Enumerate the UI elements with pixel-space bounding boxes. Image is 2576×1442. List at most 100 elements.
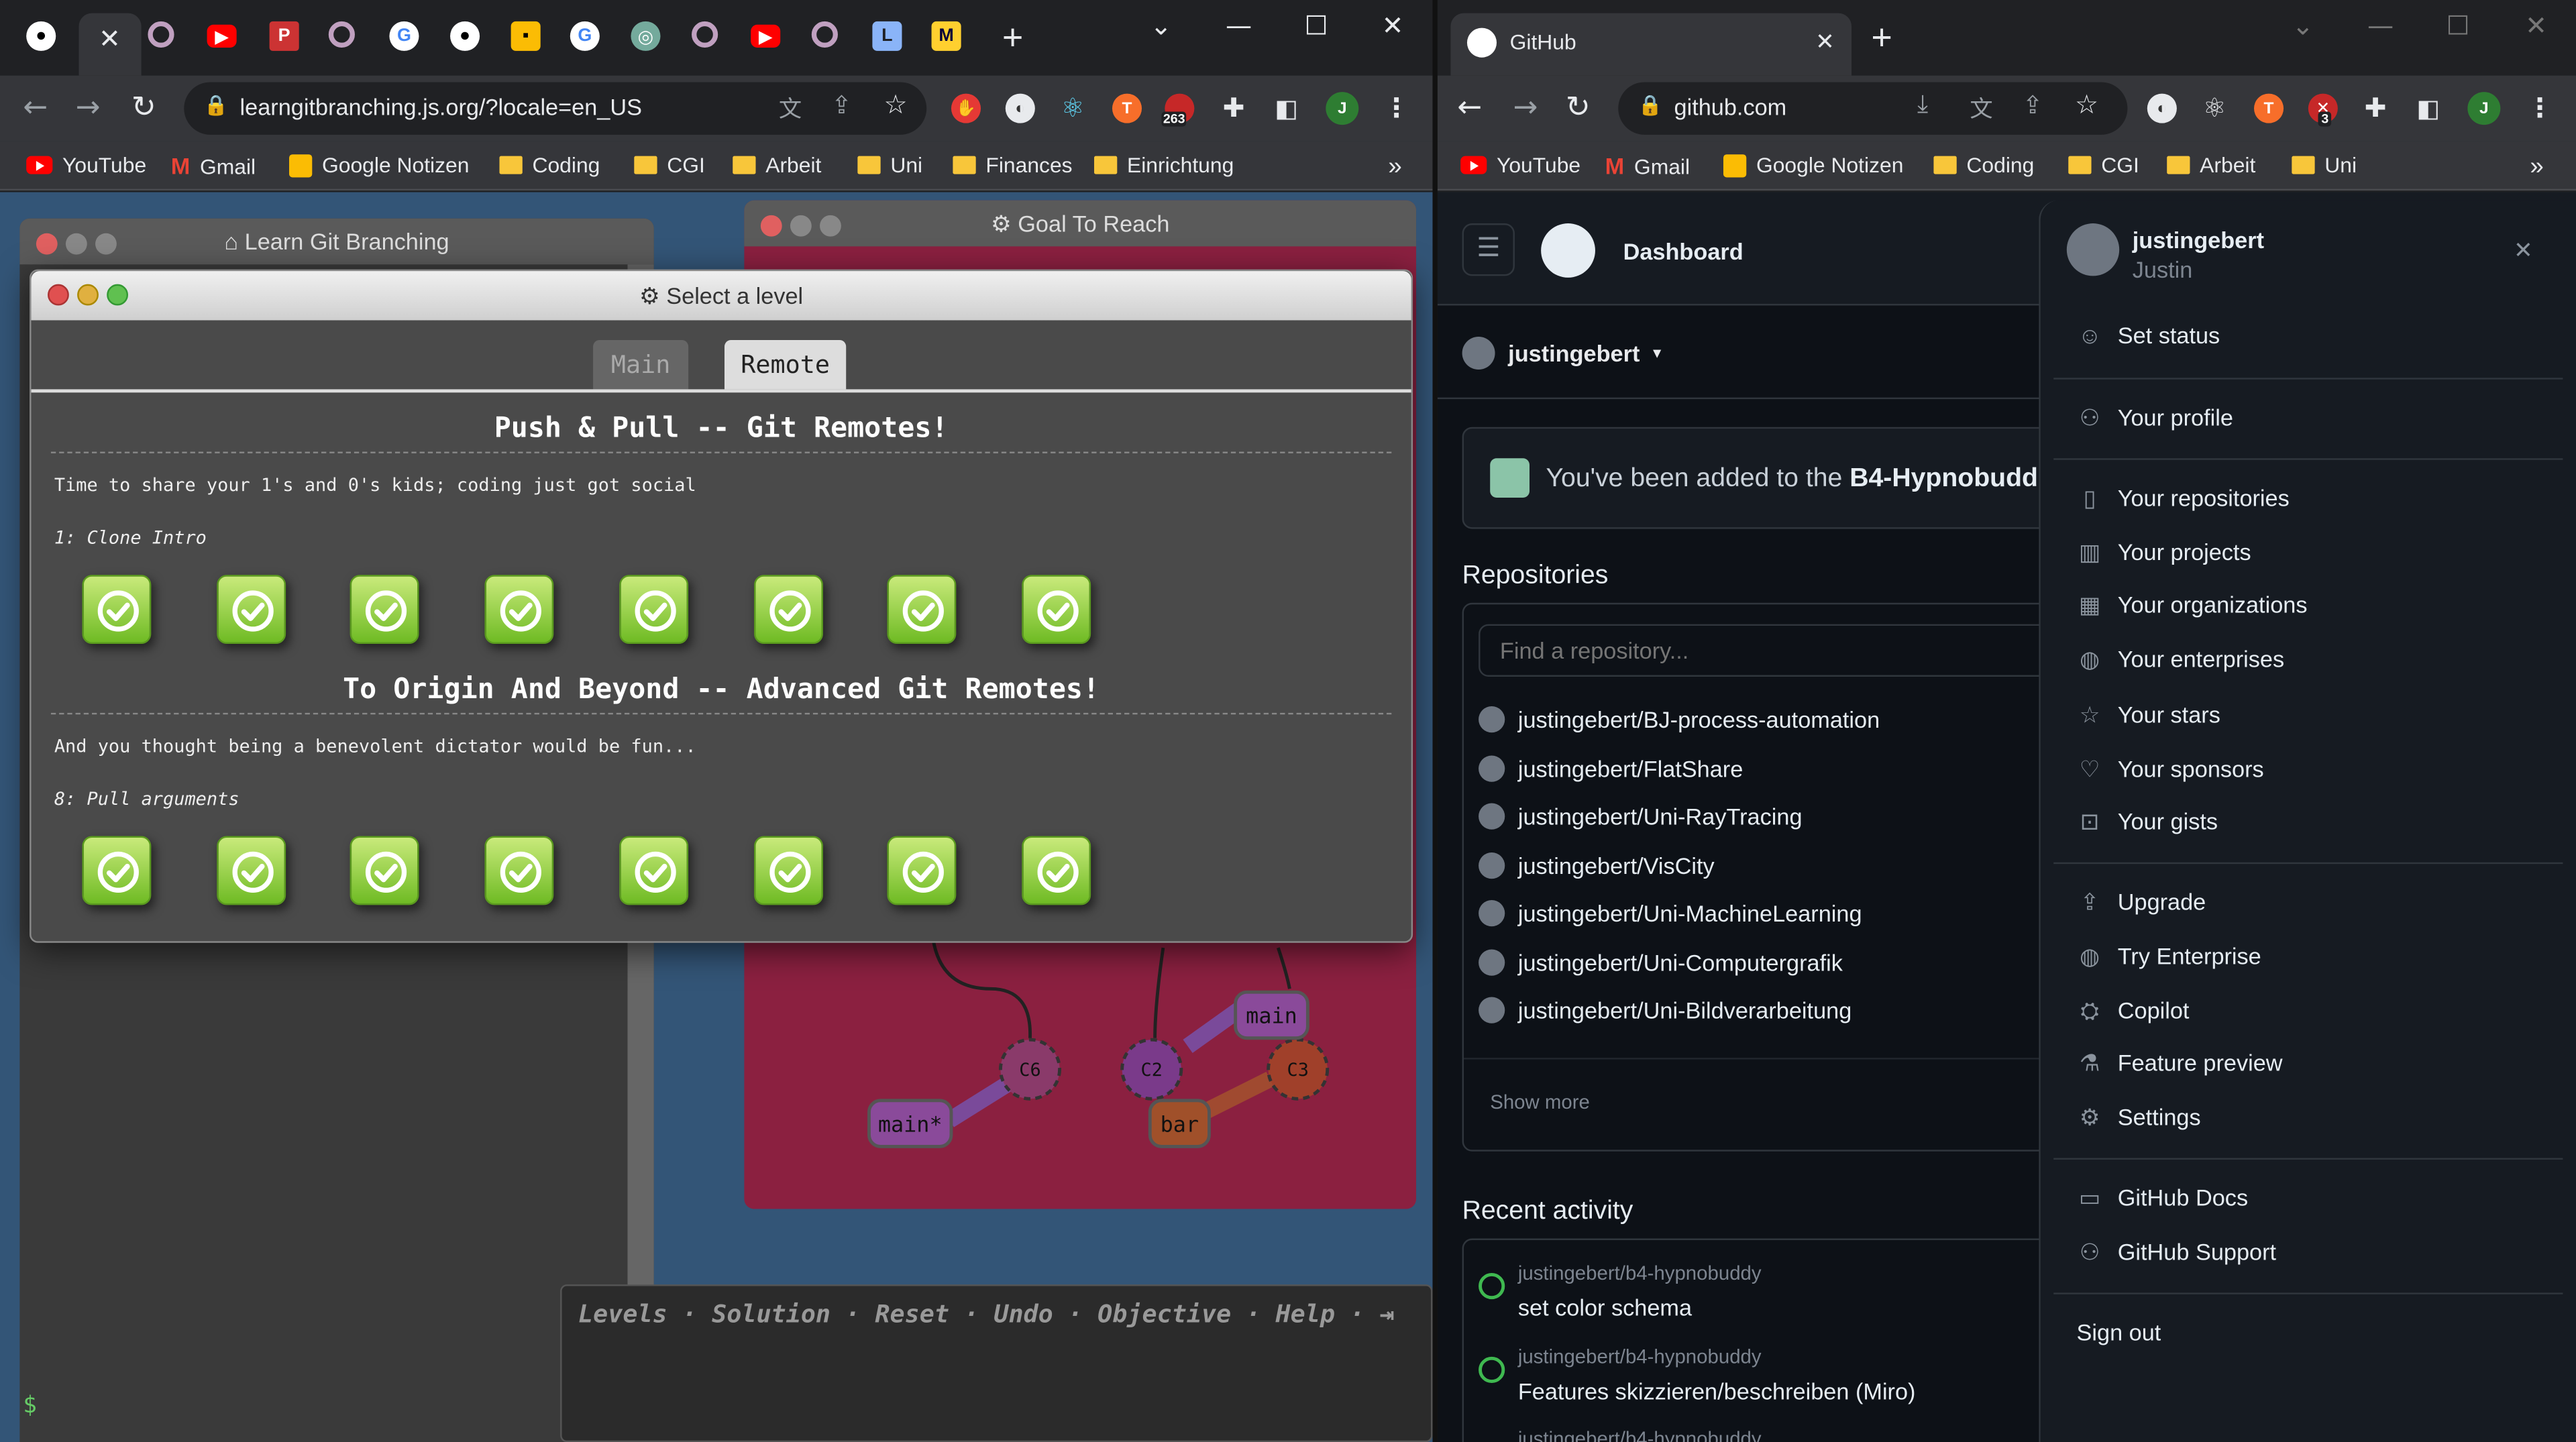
share-icon[interactable]: ⇪: [2023, 91, 2043, 120]
address-bar[interactable]: 🔒 learngitbranching.js.org/?locale=en_US…: [184, 82, 927, 135]
level-button[interactable]: [753, 836, 822, 905]
minimize-button[interactable]: —: [2367, 10, 2394, 42]
close-dot-icon[interactable]: [36, 233, 58, 255]
activity-repo[interactable]: justingebert/b4-hypnobuddy: [1518, 1262, 1762, 1284]
github-tab-icon[interactable]: ●: [26, 21, 56, 51]
maximize-button[interactable]: ☐: [1304, 10, 1328, 42]
level-button[interactable]: [82, 836, 152, 905]
opera-tab-icon[interactable]: [692, 21, 718, 48]
bookmark-arbeit[interactable]: Arbeit: [2167, 153, 2255, 177]
context-switcher[interactable]: justingebert ▾: [1462, 337, 1661, 370]
menu-icon[interactable]: ⋮: [1382, 94, 1411, 123]
commit-node[interactable]: C3: [1267, 1038, 1330, 1101]
github-support-item[interactable]: ⚇ GitHub Support: [2077, 1237, 2276, 1264]
lean-tab-icon[interactable]: L: [872, 21, 902, 51]
menu-icon[interactable]: ⋮: [2525, 94, 2555, 123]
forward-button[interactable]: →: [1513, 91, 1538, 125]
tab-search-icon[interactable]: ⌄: [2292, 10, 2314, 42]
puzzle-extensions-icon[interactable]: ✚: [1219, 94, 1248, 123]
more-bookmarks-button[interactable]: »: [1388, 153, 1401, 181]
new-tab-button[interactable]: +: [1871, 16, 1892, 59]
branch-label[interactable]: bar: [1148, 1099, 1211, 1148]
bookmark-finances[interactable]: Finances: [953, 153, 1073, 177]
reset-command[interactable]: Reset: [875, 1299, 949, 1329]
back-button[interactable]: ←: [23, 91, 48, 125]
install-icon[interactable]: ⤓: [1917, 91, 1928, 119]
tab-remote[interactable]: Remote: [724, 339, 847, 390]
address-bar[interactable]: 🔒 github.com ⤓ ⽂ ⇪ ☆: [1618, 82, 2128, 135]
your-repositories-item[interactable]: ▯ Your repositories: [2077, 484, 2290, 510]
extension-icon[interactable]: ✕ 3: [2308, 93, 2338, 127]
bookmark-youtube[interactable]: YouTube: [1460, 153, 1580, 177]
close-window-button[interactable]: ✕: [2525, 10, 2547, 42]
bookmark-arbeit[interactable]: Arbeit: [733, 153, 821, 177]
your-organizations-item[interactable]: ▦ Your organizations: [2077, 590, 2308, 617]
adblock-extension-icon[interactable]: ✋: [951, 93, 981, 123]
activity-title[interactable]: set color schema: [1518, 1294, 1692, 1321]
hamburger-menu-icon[interactable]: ☰: [1462, 223, 1515, 276]
side-panel-icon[interactable]: ◧: [1272, 94, 1301, 123]
minimize-dot-icon[interactable]: [77, 284, 99, 306]
new-tab-button[interactable]: +: [1002, 16, 1023, 59]
bookmark-uni[interactable]: Uni: [857, 153, 922, 177]
undo-command[interactable]: Undo: [994, 1299, 1053, 1329]
level-button[interactable]: [1021, 836, 1091, 905]
close-window-button[interactable]: ✕: [1382, 10, 1404, 42]
close-icon[interactable]: ✕: [99, 23, 121, 56]
level-button[interactable]: [82, 575, 152, 645]
level-button[interactable]: [216, 575, 286, 645]
repo-link[interactable]: justingebert/Uni-Computergrafik: [1479, 949, 1843, 976]
active-tab[interactable]: ✕: [78, 13, 142, 76]
bookmark-coding[interactable]: Coding: [499, 153, 600, 177]
pdf-tab-icon[interactable]: P: [269, 21, 299, 51]
objective-command[interactable]: Objective: [1097, 1299, 1231, 1329]
side-panel-icon[interactable]: ◧: [2414, 94, 2443, 123]
level-button[interactable]: [216, 836, 286, 905]
repo-link[interactable]: justingebert/VisCity: [1479, 852, 1715, 879]
forward-button[interactable]: →: [76, 91, 101, 125]
bookmark-cgi[interactable]: CGI: [634, 153, 705, 177]
more-bookmarks-button[interactable]: »: [2530, 153, 2543, 181]
activity-repo[interactable]: justingebert/b4-hypnobuddy: [1518, 1427, 1762, 1442]
opera-tab-icon[interactable]: [148, 21, 174, 48]
tab-search-icon[interactable]: ⌄: [1150, 10, 1172, 42]
level-button[interactable]: [350, 575, 420, 645]
your-projects-item[interactable]: ▥ Your projects: [2077, 538, 2251, 565]
opera-tab-icon[interactable]: [328, 21, 355, 48]
repo-link[interactable]: justingebert/Uni-Bildverarbeitung: [1479, 997, 1851, 1023]
repo-link[interactable]: justingebert/BJ-process-automation: [1479, 706, 1880, 733]
google-tab-icon[interactable]: G: [389, 21, 419, 51]
back-button[interactable]: ←: [1457, 91, 1482, 125]
miro-tab-icon[interactable]: M: [931, 21, 961, 51]
levels-command[interactable]: Levels: [578, 1299, 667, 1329]
try-enterprise-item[interactable]: ◍ Try Enterprise: [2077, 942, 2261, 968]
close-icon[interactable]: ✕: [2514, 237, 2533, 265]
find-repository-input[interactable]: [1479, 624, 2054, 677]
chatgpt-tab-icon[interactable]: ◎: [631, 21, 661, 51]
upgrade-item[interactable]: ⇪ Upgrade: [2077, 888, 2206, 915]
github-logo-icon[interactable]: [1541, 223, 1595, 278]
bookmark-coding[interactable]: Coding: [1933, 153, 2034, 177]
extension-icon[interactable]: T: [1112, 93, 1142, 123]
youtube-tab-icon[interactable]: ▶: [207, 24, 237, 48]
help-command[interactable]: Help: [1276, 1299, 1335, 1329]
level-button[interactable]: [887, 575, 957, 645]
copilot-item[interactable]: ⛭ Copilot: [2077, 996, 2189, 1023]
page-title[interactable]: Dashboard: [1623, 238, 1743, 264]
google-tab-icon[interactable]: G: [570, 21, 600, 51]
opera-tab-icon[interactable]: [811, 21, 838, 48]
notes-tab-icon[interactable]: ▪: [511, 21, 541, 51]
exit-icon[interactable]: ⇥: [1379, 1299, 1394, 1329]
branch-label[interactable]: main: [1234, 990, 1309, 1040]
bookmark-google-notizen[interactable]: Google Notizen: [289, 153, 469, 177]
bookmark-gmail[interactable]: M Gmail: [1605, 153, 1690, 179]
level-button[interactable]: [350, 836, 420, 905]
extension-icon[interactable]: ◐: [2147, 93, 2177, 123]
level-button[interactable]: [484, 575, 554, 645]
active-tab[interactable]: GitHub ✕: [1450, 13, 1852, 76]
profile-avatar[interactable]: J: [2467, 92, 2501, 125]
bookmark-gmail[interactable]: M Gmail: [171, 153, 256, 179]
level-button[interactable]: [1021, 575, 1091, 645]
level-button[interactable]: [484, 836, 554, 905]
bookmark-uni[interactable]: Uni: [2292, 153, 2357, 177]
